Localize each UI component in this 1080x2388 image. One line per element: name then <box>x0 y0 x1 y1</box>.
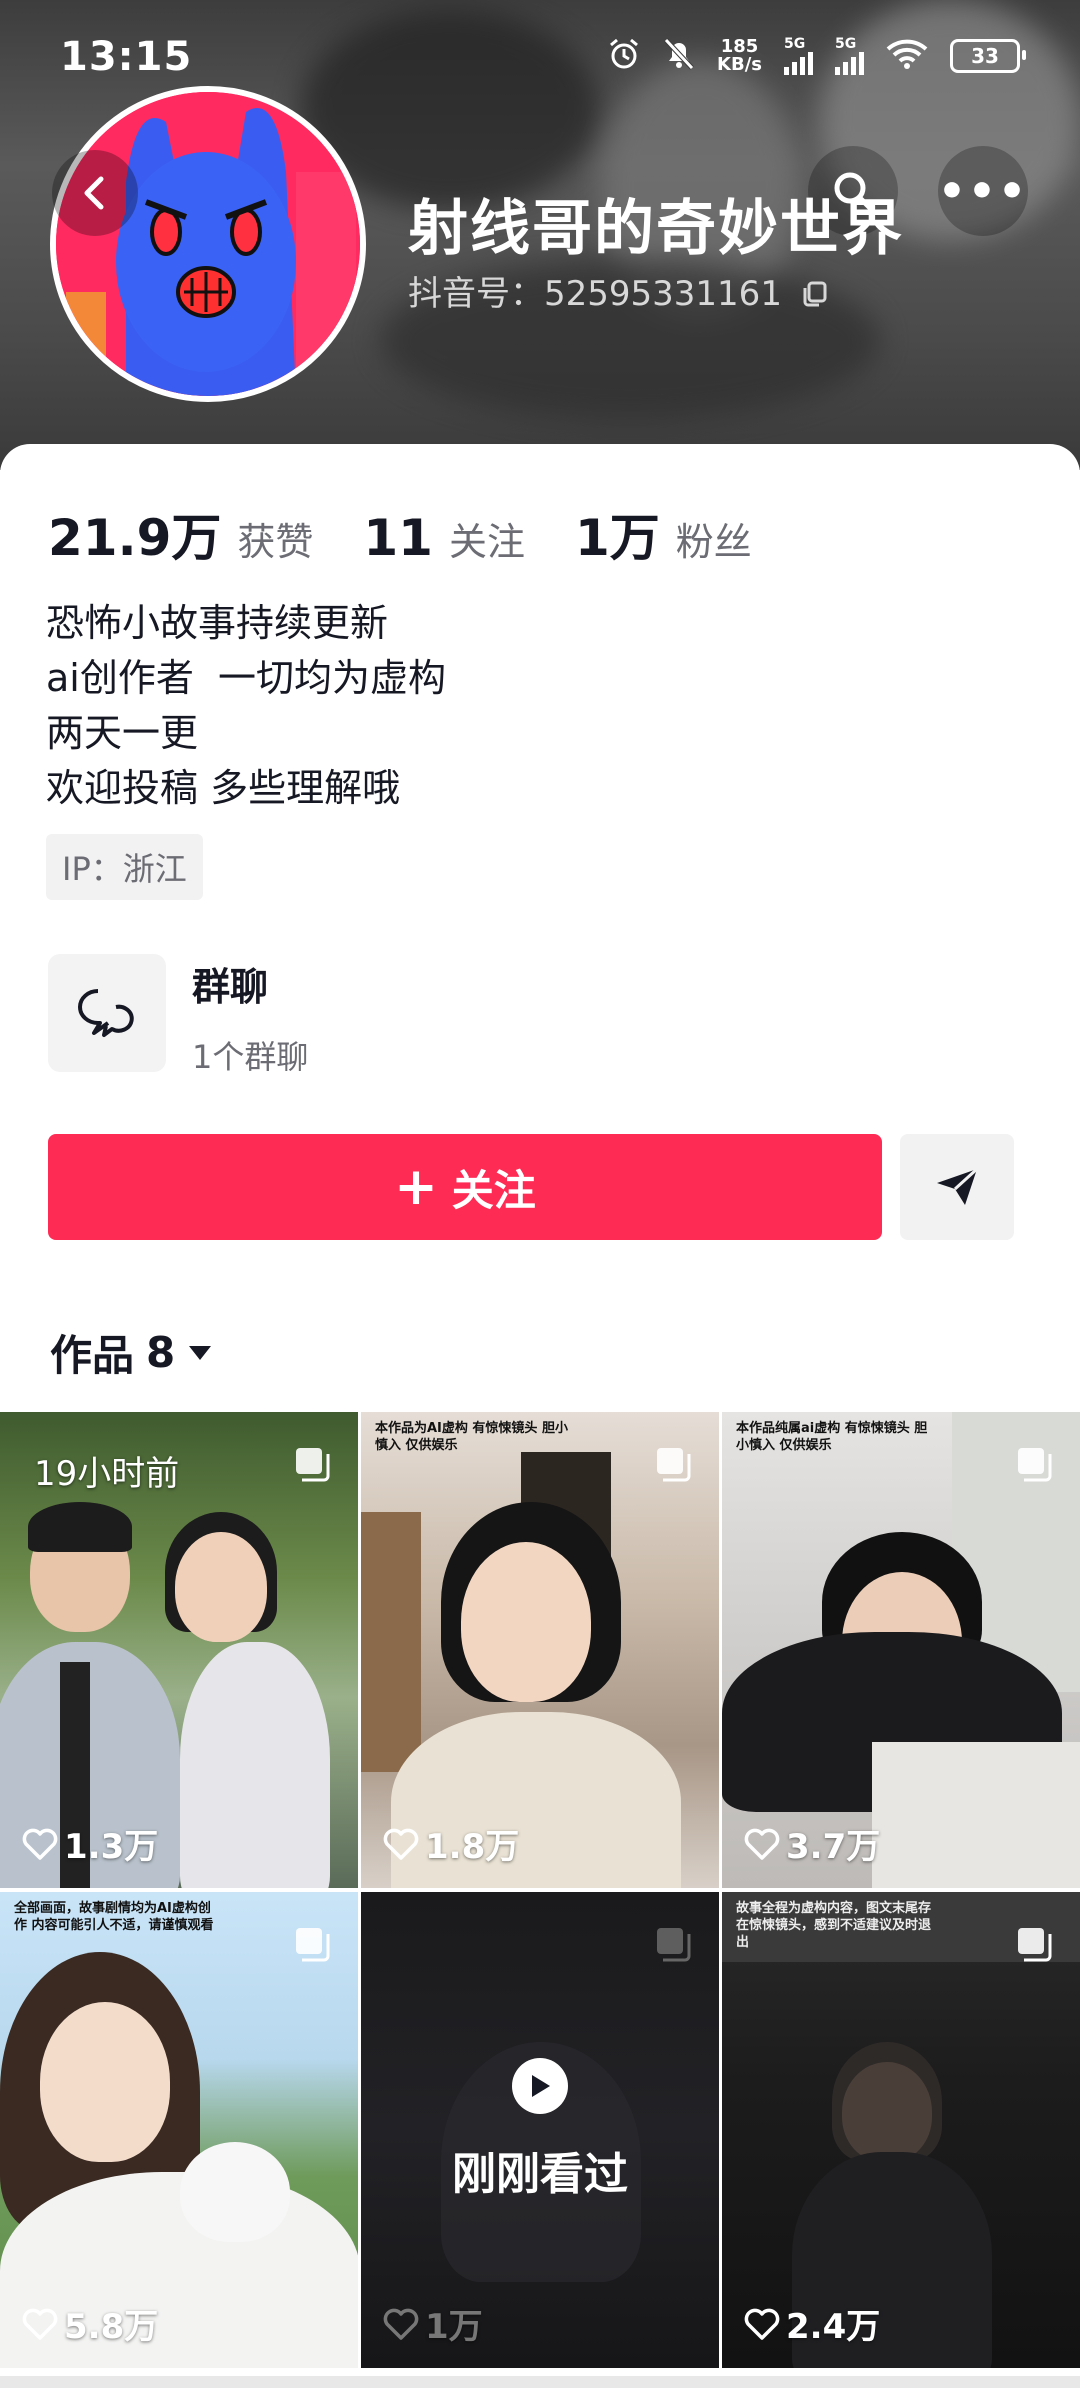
bio-line: 欢迎投稿 多些理解哦 <box>46 766 401 810</box>
douyin-id: 抖音号：52595331161 <box>408 266 829 316</box>
multi-image-icon <box>1018 1928 1052 1962</box>
multi-image-icon <box>296 1448 330 1482</box>
like-count: 2.4万 <box>744 2299 880 2348</box>
tab-works[interactable]: 作品 8 <box>50 1322 213 1383</box>
triangle-down-icon <box>189 1345 212 1360</box>
avatar[interactable] <box>50 86 366 402</box>
chat-bubbles-icon <box>78 989 134 1037</box>
like-count: 1.3万 <box>22 1819 158 1868</box>
net-speed: 185 KB/s <box>717 35 762 75</box>
following-label[interactable]: 关注 <box>449 511 525 566</box>
back-button[interactable] <box>52 150 138 236</box>
heart-outline-icon <box>744 1828 780 1860</box>
follow-label: 关注 <box>451 1165 536 1215</box>
profile-display-name: 射线哥的奇妙世界 <box>408 194 904 264</box>
group-chat-title[interactable]: 群聊 <box>192 956 268 1011</box>
multi-image-icon <box>657 1448 691 1482</box>
status-time: 13:15 <box>60 34 193 80</box>
likes-label: 获赞 <box>237 520 314 564</box>
status-icons: 185 KB/s 5G 5G 33 <box>607 35 1026 75</box>
followers-count[interactable]: 1万 <box>575 498 660 570</box>
more-options-button[interactable]: ••• <box>938 146 1028 236</box>
profile-stats: 21.9万 获赞 11 关注 1万 粉丝 <box>48 498 802 570</box>
alarm-icon <box>607 37 641 75</box>
play-icon <box>512 2058 568 2114</box>
like-count: 1万 <box>383 2299 483 2348</box>
video-item[interactable]: 全部画面，故事剧情均为AI虚构创作 内容可能引人不适，请谨慎观看 5.8万 <box>0 1892 358 2368</box>
bio-line: 恐怖小故事持续更新 <box>46 601 389 645</box>
heart-outline-icon <box>22 2308 58 2340</box>
wifi-icon <box>886 38 928 74</box>
following-count[interactable]: 11 <box>363 509 433 567</box>
ip-location-tag: IP：浙江 <box>46 834 203 900</box>
signal-sim1: 5G <box>784 36 813 75</box>
video-item[interactable]: 本作品为AI虚构 有惊悚镜头 胆小慎入 仅供娱乐 1.8万 <box>361 1412 719 1888</box>
copy-icon[interactable] <box>801 276 829 316</box>
send-message-button[interactable] <box>900 1134 1014 1240</box>
group-chat-count[interactable]: 1个群聊 <box>192 1032 308 1078</box>
like-count: 3.7万 <box>744 1819 880 1868</box>
multi-image-icon <box>296 1928 330 1962</box>
video-caption: 本作品为AI虚构 有惊悚镜头 胆小慎入 仅供娱乐 <box>375 1421 568 1453</box>
chevron-left-icon <box>84 176 104 210</box>
more-dots-icon: ••• <box>937 165 1029 217</box>
signal-sim2: 5G <box>835 36 864 75</box>
video-caption: 本作品纯属ai虚构 有惊悚镜头 胆小慎入 仅供娱乐 <box>736 1421 928 1453</box>
video-item[interactable]: 故事全程为虚构内容，图文末尾存在惊悚镜头，感到不适建议及时退出 2.4万 <box>722 1892 1080 2368</box>
bottom-edge <box>0 2376 1080 2388</box>
recently-viewed-overlay: 刚刚看过 <box>361 1892 719 2368</box>
heart-outline-icon <box>383 1828 419 1860</box>
plus-icon: + <box>394 1157 438 1217</box>
followers-label[interactable]: 粉丝 <box>676 511 752 566</box>
heart-outline-icon <box>383 2308 419 2340</box>
heart-outline-icon <box>744 2308 780 2340</box>
heart-outline-icon <box>22 1828 58 1860</box>
multi-image-icon <box>1018 1448 1052 1482</box>
video-item[interactable]: 19小时前 1.3万 <box>0 1412 358 1888</box>
video-caption: 全部画面，故事剧情均为AI虚构创作 内容可能引人不适，请谨慎观看 <box>14 1901 214 1933</box>
group-chat-icon[interactable] <box>48 954 166 1072</box>
paper-plane-icon <box>937 1167 979 1205</box>
likes-count: 21.9万 <box>48 509 222 567</box>
profile-bio: 恐怖小故事持续更新 ai创作者 一切均为虚构 两天一更 欢迎投稿 多些理解哦 <box>46 596 446 816</box>
like-count: 5.8万 <box>22 2299 158 2348</box>
recently-viewed-label: 刚刚看过 <box>452 2149 628 2200</box>
bio-line: 两天一更 <box>46 711 199 755</box>
follow-button[interactable]: + 关注 <box>48 1134 882 1240</box>
video-item[interactable]: 本作品纯属ai虚构 有惊悚镜头 胆小慎入 仅供娱乐 3.7万 <box>722 1412 1080 1888</box>
post-time-label: 19小时前 <box>34 1454 180 1494</box>
video-caption: 故事全程为虚构内容，图文末尾存在惊悚镜头，感到不适建议及时退出 <box>736 1901 932 1950</box>
video-item[interactable]: 刚刚看过 1万 <box>361 1892 719 2368</box>
multi-image-icon <box>657 1928 691 1962</box>
mute-bell-icon <box>663 37 695 75</box>
battery-indicator: 33 <box>950 38 1026 73</box>
bio-line: ai创作者 一切均为虚构 <box>46 656 447 700</box>
like-count: 1.8万 <box>383 1819 519 1868</box>
